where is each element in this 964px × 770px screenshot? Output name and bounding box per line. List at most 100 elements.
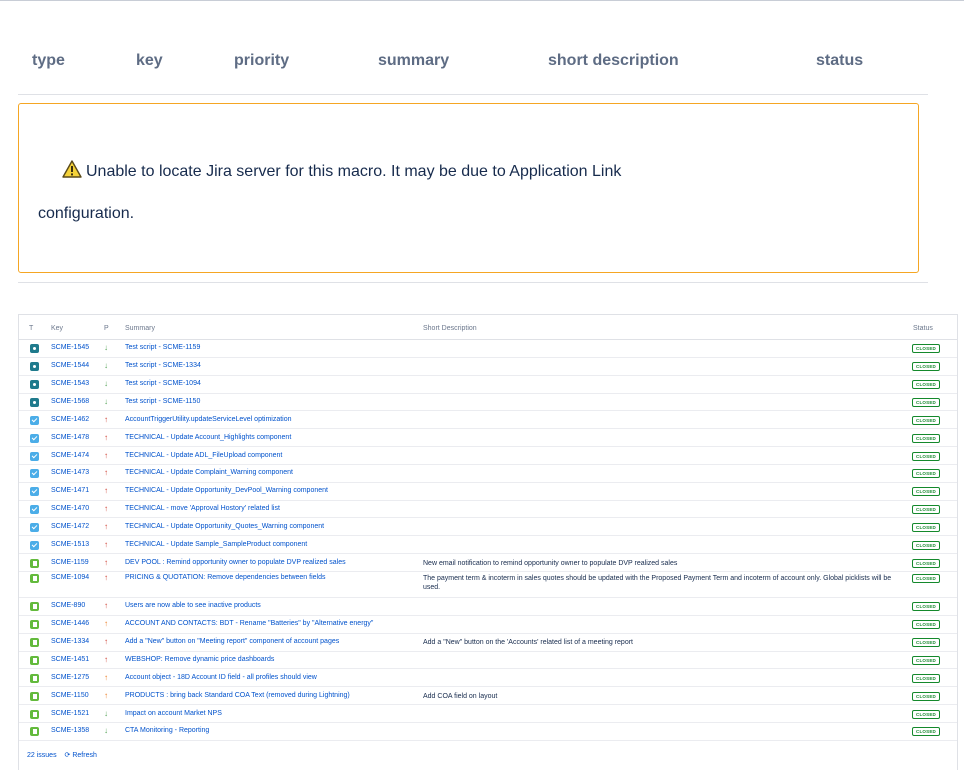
priority-low-icon: ↓ — [104, 379, 108, 389]
issue-key-link[interactable]: SCME-1474 — [51, 452, 89, 459]
story-issue-type-icon[interactable] — [30, 573, 39, 583]
refresh-button[interactable]: ⟳ Refresh — [65, 752, 97, 759]
test-issue-type-icon[interactable] — [30, 397, 39, 407]
priority-high-icon: ↑ — [104, 557, 108, 567]
issue-key-link[interactable]: SCME-1543 — [51, 380, 89, 387]
issue-summary-link[interactable]: Test script - SCME-1334 — [125, 362, 201, 369]
issue-summary-link[interactable]: Account object - 18D Account ID field - … — [125, 674, 317, 681]
issue-short-description: New email notification to remind opportu… — [423, 559, 678, 567]
top-divider — [0, 0, 964, 8]
issue-summary-link[interactable]: TECHNICAL - Update Account_Highlights co… — [125, 434, 291, 441]
issue-key-link[interactable]: SCME-1451 — [51, 656, 89, 663]
story-issue-type-icon[interactable] — [30, 638, 39, 648]
header-p[interactable]: P — [104, 325, 109, 332]
table-row: SCME-1358 ↓ CTA Monitoring - Reporting CLOS… — [19, 723, 957, 741]
test-issue-type-icon[interactable] — [30, 380, 39, 390]
priority-medium-icon: ↑ — [104, 619, 108, 629]
column-status: status — [816, 52, 864, 69]
header-t[interactable]: T — [29, 325, 33, 332]
issue-key-link[interactable]: SCME-1473 — [51, 469, 89, 476]
task-issue-type-icon[interactable] — [30, 540, 39, 550]
issue-summary-link[interactable]: TECHNICAL - Update Opportunity_Quotes_Wa… — [125, 523, 324, 530]
test-issue-type-icon[interactable] — [30, 344, 39, 354]
story-issue-type-icon[interactable] — [30, 709, 39, 719]
issue-summary-link[interactable]: Test script - SCME-1150 — [125, 398, 200, 405]
issue-key-link[interactable]: SCME-1472 — [51, 523, 89, 530]
issue-summary-link[interactable]: TECHNICAL - Update Sample_SampleProduct … — [125, 541, 307, 548]
issue-count[interactable]: 22 issues — [27, 752, 57, 759]
status-badge: CLOSED — [912, 558, 940, 568]
status-badge: CLOSED — [912, 433, 940, 443]
issue-key-link[interactable]: SCME-1470 — [51, 505, 89, 512]
issue-key-link[interactable]: SCME-1275 — [51, 674, 89, 681]
issue-key-link[interactable]: SCME-1358 — [51, 727, 89, 734]
issue-summary-link[interactable]: Test script - SCME-1159 — [125, 344, 200, 351]
issue-summary-link[interactable]: PRICING & QUOTATION: Remove dependencies… — [125, 574, 326, 581]
header-divider — [18, 94, 928, 95]
issue-summary-link[interactable]: WEBSHOP: Remove dynamic price dashboards — [125, 656, 274, 663]
task-issue-type-icon[interactable] — [30, 451, 39, 461]
table-row: SCME-1568 ↓ Test script - SCME-1150 CLOSED — [19, 394, 957, 412]
status-badge: CLOSED — [912, 505, 940, 515]
issue-summary-link[interactable]: DEV POOL : Remind opportunity owner to p… — [125, 559, 346, 566]
header-summary[interactable]: Summary — [125, 325, 155, 332]
priority-high-icon: ↑ — [104, 637, 108, 647]
issue-summary-link[interactable]: TECHNICAL - Update Opportunity_DevPool_W… — [125, 487, 328, 494]
story-issue-type-icon[interactable] — [30, 673, 39, 683]
issue-key-link[interactable]: SCME-1521 — [51, 710, 89, 717]
status-badge: CLOSED — [912, 620, 940, 630]
task-issue-type-icon[interactable] — [30, 433, 39, 443]
issue-key-link[interactable]: SCME-1334 — [51, 638, 89, 645]
task-issue-type-icon[interactable] — [30, 522, 39, 532]
issue-summary-link[interactable]: Add a "New" button on "Meeting report" c… — [125, 638, 339, 645]
issue-summary-link[interactable]: ACCOUNT AND CONTACTS: BDT - Rename "Batt… — [125, 620, 373, 627]
table-row: SCME-1150 ↑ PRODUCTS : bring back Standard… — [19, 687, 957, 706]
issue-key-link[interactable]: SCME-1544 — [51, 362, 89, 369]
test-issue-type-icon[interactable] — [30, 362, 39, 372]
status-badge: CLOSED — [912, 709, 940, 719]
header-status[interactable]: Status — [913, 325, 933, 332]
issue-key-link[interactable]: SCME-1150 — [51, 692, 89, 699]
error-message-continued: configuration. — [38, 205, 135, 222]
task-issue-type-icon[interactable] — [30, 415, 39, 425]
story-issue-type-icon[interactable] — [30, 602, 39, 612]
issue-summary-link[interactable]: Impact on account Market NPS — [125, 710, 222, 717]
issue-summary-link[interactable]: PRODUCTS : bring back Standard COA Text … — [125, 692, 350, 699]
issue-summary-link[interactable]: Users are now able to see inactive produ… — [125, 602, 261, 609]
task-issue-type-icon[interactable] — [30, 505, 39, 515]
priority-low-icon: ↓ — [104, 708, 108, 718]
table-row: SCME-1478 ↑ TECHNICAL - Update Account_Hig… — [19, 429, 957, 448]
issue-key-link[interactable]: SCME-1094 — [51, 574, 89, 581]
issue-summary-link[interactable]: CTA Monitoring - Reporting — [125, 727, 209, 734]
issue-key-link[interactable]: SCME-1159 — [51, 559, 89, 566]
table-row: SCME-1446 ↑ ACCOUNT AND CONTACTS: BDT - Re… — [19, 616, 957, 634]
issue-key-link[interactable]: SCME-1478 — [51, 434, 89, 441]
issue-key-link[interactable]: SCME-1568 — [51, 398, 89, 405]
story-issue-type-icon[interactable] — [30, 620, 39, 630]
error-message: Unable to locate Jira server for this ma… — [86, 163, 622, 180]
issue-summary-link[interactable]: Test script - SCME-1094 — [125, 380, 201, 387]
header-key[interactable]: Key — [51, 325, 63, 332]
story-issue-type-icon[interactable] — [30, 727, 39, 737]
issue-summary-link[interactable]: AccountTriggerUtility.updateServiceLevel… — [125, 416, 292, 423]
status-badge: CLOSED — [912, 602, 940, 612]
issue-key-link[interactable]: SCME-1545 — [51, 344, 89, 351]
story-issue-type-icon[interactable] — [30, 691, 39, 701]
issue-key-link[interactable]: SCME-1462 — [51, 416, 89, 423]
table-row: SCME-1521 ↓ Impact on account Market NPS CL… — [19, 705, 957, 723]
issue-key-link[interactable]: SCME-1513 — [51, 541, 89, 548]
story-issue-type-icon[interactable] — [30, 558, 39, 568]
issue-key-link[interactable]: SCME-1446 — [51, 620, 89, 627]
table-row: SCME-1543 ↓ Test script - SCME-1094 CLOSED — [19, 376, 957, 394]
story-issue-type-icon[interactable] — [30, 656, 39, 666]
issue-summary-link[interactable]: TECHNICAL - Update Complaint_Warning com… — [125, 469, 293, 476]
issue-key-link[interactable]: SCME-890 — [51, 602, 85, 609]
column-key: key — [136, 52, 163, 69]
issue-summary-link[interactable]: TECHNICAL - Update ADL_FileUpload compon… — [125, 452, 282, 459]
task-issue-type-icon[interactable] — [30, 469, 39, 479]
issue-key-link[interactable]: SCME-1471 — [51, 487, 89, 494]
task-issue-type-icon[interactable] — [30, 487, 39, 497]
issue-summary-link[interactable]: TECHNICAL - move 'Approval Hostory' rela… — [125, 505, 280, 512]
priority-low-icon: ↓ — [104, 343, 108, 353]
header-short-description[interactable]: Short Description — [423, 325, 477, 332]
